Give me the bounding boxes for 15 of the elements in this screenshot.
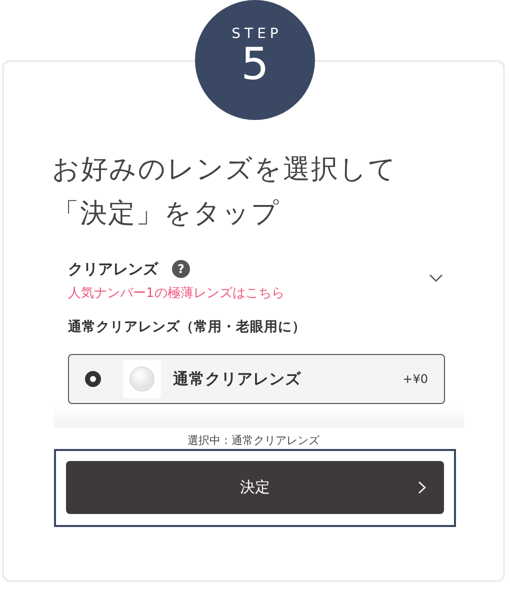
subheading: 通常クリアレンズ（常用・老眼用に）: [68, 318, 307, 336]
option-name: 通常クリアレンズ: [173, 368, 302, 390]
confirm-button[interactable]: 決定: [66, 461, 444, 514]
chevron-right-icon: [418, 481, 426, 494]
lens-icon: [123, 360, 161, 398]
step-number: 5: [241, 42, 269, 88]
page-title: お好みのレンズを選択して「決定」をタップ: [52, 153, 397, 231]
selection-note: 選択中：通常クリアレンズ: [188, 434, 320, 448]
section-title[interactable]: クリアレンズ: [68, 260, 158, 278]
chevron-down-icon[interactable]: [429, 274, 443, 282]
radio-button[interactable]: [85, 371, 101, 387]
step-label: STEP: [232, 26, 282, 42]
help-icon[interactable]: ?: [172, 260, 190, 278]
lens-option[interactable]: 通常クリアレンズ +¥0: [68, 354, 445, 404]
option-price: +¥0: [402, 372, 428, 386]
